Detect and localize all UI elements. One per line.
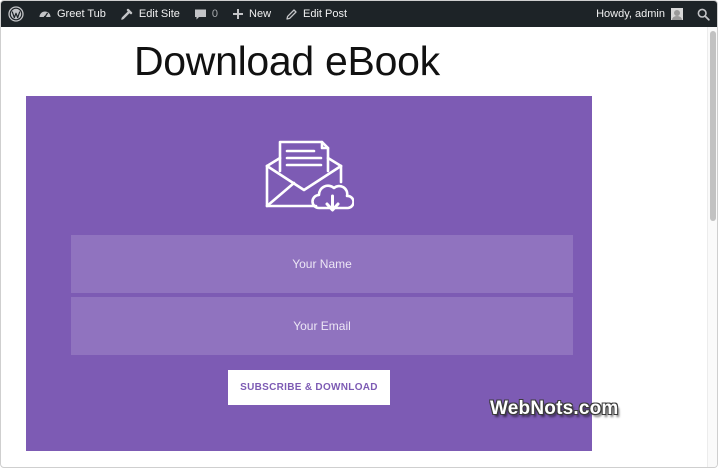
edit-post-link[interactable]: Edit Post: [278, 1, 354, 27]
envelope-cloud-download-icon: [265, 140, 354, 212]
email-input[interactable]: [71, 297, 573, 355]
edit-site-label: Edit Site: [138, 8, 180, 20]
subscribe-download-button[interactable]: SUBSCRIBE & DOWNLOAD: [228, 370, 390, 405]
edit-post-label: Edit Post: [303, 8, 348, 20]
admin-bar-secondary: Howdy, admin: [589, 1, 717, 27]
site-name-menu[interactable]: Greet Tub: [31, 1, 113, 27]
page-scrollbar[interactable]: [707, 27, 717, 467]
comment-bubble-icon: [194, 9, 206, 19]
brush-icon: [120, 8, 133, 20]
comments-count: 0: [211, 8, 219, 20]
site-name-label: Greet Tub: [57, 8, 106, 20]
howdy-label: Howdy, admin: [596, 8, 665, 20]
plus-icon: [233, 9, 244, 19]
webnots-watermark: WebNots.com: [490, 398, 619, 419]
search-icon: [697, 8, 710, 21]
my-account-menu[interactable]: Howdy, admin: [589, 1, 690, 27]
browser-viewport: Greet Tub Edit Site 0 New Edit Post Howd…: [0, 0, 718, 468]
comments-link[interactable]: 0: [187, 1, 225, 27]
scrollbar-thumb[interactable]: [710, 31, 716, 221]
wordpress-logo-icon: [8, 6, 24, 22]
new-label: New: [249, 8, 272, 20]
pencil-icon: [286, 8, 297, 20]
dashboard-gauge-icon: [39, 11, 51, 19]
name-input[interactable]: [71, 235, 573, 293]
admin-bar-search[interactable]: [690, 1, 717, 27]
wp-admin-bar: Greet Tub Edit Site 0 New Edit Post Howd…: [1, 1, 717, 27]
avatar: [671, 8, 683, 20]
edit-site-link[interactable]: Edit Site: [113, 1, 187, 27]
wp-logo-menu[interactable]: [1, 1, 31, 27]
new-content-menu[interactable]: New: [225, 1, 278, 27]
page-title: Download eBook: [134, 38, 440, 84]
